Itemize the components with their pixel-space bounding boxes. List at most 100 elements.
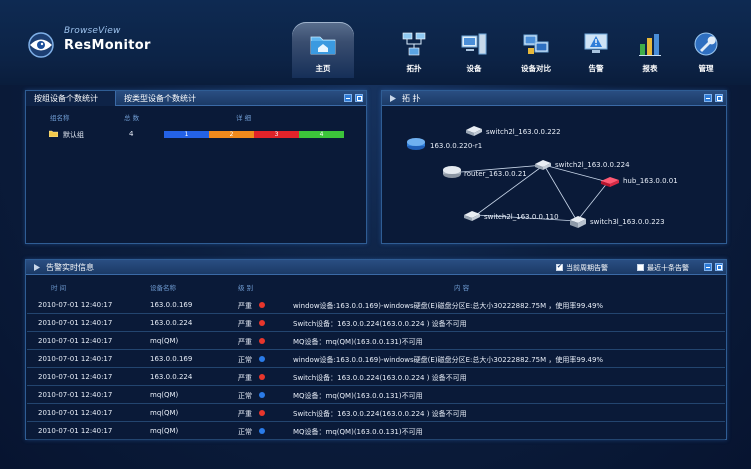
minimize-button[interactable]	[704, 94, 712, 102]
alarm-level: 正常	[238, 392, 252, 400]
nav-device-compare[interactable]: 设备对比	[514, 22, 558, 78]
nav-report[interactable]: 报表	[632, 22, 668, 78]
alarm-content: MQ设备：mq(QM)(163.0.0.131)不可用	[293, 428, 423, 436]
alarm-time: 2010-07-01 12:40:17	[38, 337, 113, 345]
col-device-name: 设备名称	[150, 284, 176, 292]
alarm-content: Switch设备：163.0.0.224(163.0.0.224 ) 设备不可用	[293, 374, 467, 382]
alarm-content: window设备:163.0.0.169)-windows硬盘(E)磁盘分区E:…	[293, 302, 604, 310]
switch3l-icon[interactable]	[568, 215, 588, 229]
nav-topology-label: 拓扑	[406, 64, 422, 73]
alarm-device: mq(QM)	[150, 409, 179, 417]
minimize-button[interactable]	[704, 263, 712, 271]
nav-home[interactable]: 主页	[292, 22, 354, 78]
col-level: 级 别	[238, 284, 254, 292]
current-period-label: 当前周期告警	[566, 264, 608, 272]
nav-report-label: 报表	[642, 64, 658, 73]
alarm-time: 2010-07-01 12:40:17	[38, 391, 113, 399]
collapse-arrow-icon[interactable]	[390, 95, 396, 102]
device-compare-icon	[523, 34, 549, 54]
alarm-content: MQ设备：mq(QM)(163.0.0.131)不可用	[293, 392, 423, 400]
table-row[interactable]: 2010-07-01 12:40:17 163.0.0.169 正常 window设备…	[27, 350, 725, 368]
tab-type-stats[interactable]: 按类型设备个数统计	[122, 91, 232, 106]
brand-subtitle: BrowseView	[64, 26, 121, 36]
topology-links	[460, 164, 609, 222]
col-total: 总 数	[124, 114, 140, 122]
topology-panel: 拓 扑 switch2l_163.0.0.222 163.0.0.220-r1 …	[381, 90, 727, 244]
node-switch-110-label: switch2l_163.0.0.110	[484, 213, 559, 221]
detail-segment-4[interactable]: 4	[299, 131, 344, 138]
table-row[interactable]: 2010-07-01 12:40:17 mq(QM) 正常 MQ设备：mq(QM)(1…	[27, 422, 725, 440]
switch-icon[interactable]	[533, 158, 553, 172]
report-icon	[639, 34, 661, 56]
critical-status-icon	[259, 374, 265, 380]
maximize-button[interactable]	[715, 263, 723, 271]
col-content: 内 容	[454, 284, 470, 292]
alarm-level: 严重	[238, 338, 252, 346]
detail-segment-1[interactable]: 1	[164, 131, 209, 138]
recent-ten-checkbox[interactable]	[637, 264, 644, 271]
router-icon[interactable]	[442, 165, 462, 179]
app-header: BrowseView ResMonitor 主页 拓扑 设备 设备对比 告警 报…	[0, 0, 751, 85]
alarm-device: 163.0.0.169	[150, 301, 193, 309]
app-logo: BrowseView ResMonitor	[26, 26, 166, 66]
nav-alarm[interactable]: 告警	[578, 22, 614, 78]
normal-status-icon	[259, 428, 265, 434]
alarm-device: 163.0.0.224	[150, 319, 193, 327]
critical-status-icon	[259, 338, 265, 344]
topology-icon	[402, 32, 426, 56]
col-time: 时 间	[51, 284, 67, 292]
hub-icon[interactable]	[599, 175, 621, 189]
alarm-panel: 告警实时信息 当前周期告警 最近十条告警 时 间 设备名称 级 别 内 容 20…	[25, 259, 727, 440]
alarm-time: 2010-07-01 12:40:17	[38, 409, 113, 417]
alarm-device: 163.0.0.224	[150, 373, 193, 381]
alarm-title: 告警实时信息	[46, 263, 94, 272]
alarm-level: 严重	[238, 374, 252, 382]
alarm-level: 正常	[238, 356, 252, 364]
group-name[interactable]: 默认组	[63, 130, 84, 140]
nav-device[interactable]: 设备	[456, 22, 492, 78]
nav-topology[interactable]: 拓扑	[396, 22, 432, 78]
maximize-button[interactable]	[355, 94, 363, 102]
collapse-arrow-icon[interactable]	[34, 264, 40, 271]
col-group-name: 组名称	[50, 114, 70, 122]
alarm-time: 2010-07-01 12:40:17	[38, 427, 113, 435]
nav-manage[interactable]: 管理	[688, 22, 724, 78]
minimize-button[interactable]	[344, 94, 352, 102]
group-total: 4	[129, 130, 134, 138]
node-hub-label: hub_163.0.0.01	[623, 177, 678, 185]
node-router-21-label: router_163.0.0.21	[464, 170, 527, 178]
nav-manage-label: 管理	[698, 64, 714, 73]
detail-segment-3[interactable]: 3	[254, 131, 299, 138]
node-router-220-label: 163.0.0.220-r1	[430, 142, 483, 150]
alarm-level: 严重	[238, 410, 252, 418]
table-row[interactable]: 2010-07-01 12:40:17 mq(QM) 正常 MQ设备：mq(QM)(1…	[27, 386, 725, 404]
alarm-time: 2010-07-01 12:40:17	[38, 319, 113, 327]
device-icon	[461, 33, 487, 55]
topology-title: 拓 扑	[402, 94, 421, 103]
table-row[interactable]: 2010-07-01 12:40:17 mq(QM) 严重 Switch设备：163.…	[27, 404, 725, 422]
switch-icon[interactable]	[464, 124, 484, 138]
detail-segment-2[interactable]: 2	[209, 131, 254, 138]
table-row[interactable]: 2010-07-01 12:40:17 163.0.0.224 严重 Switch设备…	[27, 368, 725, 386]
critical-status-icon	[259, 302, 265, 308]
device-count-panel-header: 按组设备个数统计 按类型设备个数统计	[26, 91, 366, 106]
maximize-button[interactable]	[715, 94, 723, 102]
switch-icon[interactable]	[462, 209, 482, 223]
alarm-level: 严重	[238, 302, 252, 310]
current-period-checkbox[interactable]	[556, 263, 563, 271]
alarm-device: 163.0.0.169	[150, 355, 193, 363]
table-row[interactable]: 2010-07-01 12:40:17 mq(QM) 严重 MQ设备：mq(QM)(1…	[27, 332, 725, 350]
manage-icon	[694, 32, 718, 56]
router-blue-icon[interactable]	[406, 137, 426, 151]
table-row[interactable]: 2010-07-01 12:40:17 163.0.0.169 严重 window设备…	[27, 296, 725, 314]
alarm-time: 2010-07-01 12:40:17	[38, 301, 113, 309]
alarm-icon	[584, 33, 608, 53]
alarm-time: 2010-07-01 12:40:17	[38, 355, 113, 363]
normal-status-icon	[259, 392, 265, 398]
recent-ten-label: 最近十条告警	[647, 264, 689, 272]
table-row[interactable]: 2010-07-01 12:40:17 163.0.0.224 严重 Switch设备…	[27, 314, 725, 332]
alarm-device: mq(QM)	[150, 427, 179, 435]
alarm-time: 2010-07-01 12:40:17	[38, 373, 113, 381]
critical-status-icon	[259, 320, 265, 326]
tab-group-stats[interactable]: 按组设备个数统计	[26, 91, 116, 106]
